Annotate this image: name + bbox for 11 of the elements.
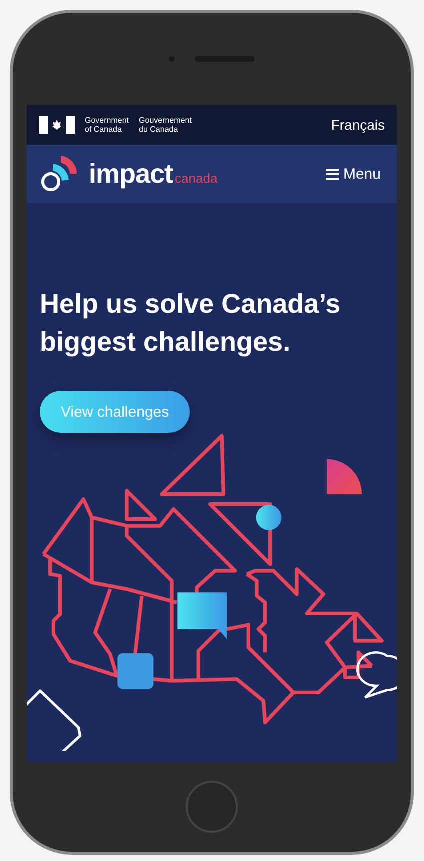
logo-icon [39, 154, 79, 194]
home-button-icon [185, 780, 239, 834]
logo-wordmark: impact [89, 158, 174, 190]
government-name: Government of Canada [85, 116, 130, 134]
hero-headline: Help us solve Canada’s biggest challenges. [40, 288, 342, 359]
logo-subtitle: canada [175, 170, 218, 186]
menu-icon [326, 168, 340, 180]
language-link[interactable]: Français [331, 117, 385, 133]
canada-flag-icon [39, 116, 75, 134]
government-name: Gouvernement du Canada [139, 116, 192, 134]
menu-button[interactable]: Menu [324, 164, 383, 184]
